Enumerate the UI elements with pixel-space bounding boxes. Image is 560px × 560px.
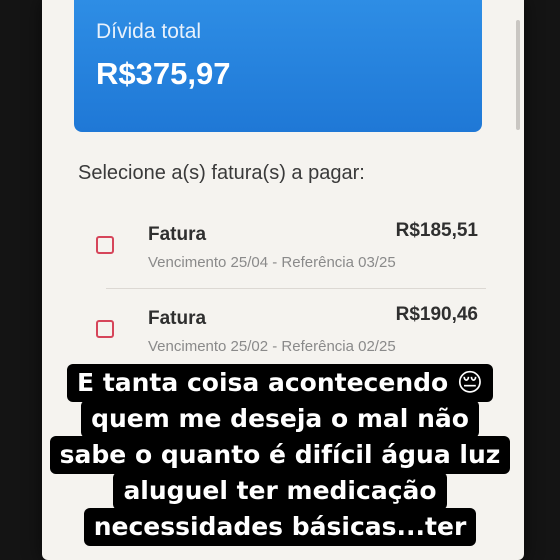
total-debt-amount: R$375,97 [96,56,231,91]
select-invoices-heading: Selecione a(s) fatura(s) a pagar: [78,162,365,184]
invoice-title: Fatura [148,308,207,329]
invoice-divider [106,288,486,289]
invoice-details: Vencimento 25/02 - Referência 02/25 [148,338,396,355]
caption-line: necessidades básicas...ter [83,508,477,546]
invoice-amount: R$190,46 [395,304,478,325]
story-caption: E tanta coisa acontecendo 😔 quem me dese… [0,364,560,546]
invoice-title: Fatura [148,224,207,245]
invoice-row[interactable]: Fatura R$185,51 Vencimento 25/04 - Refer… [82,214,486,278]
invoice-row[interactable]: Fatura R$190,46 Vencimento 25/02 - Refer… [82,298,486,362]
invoice-checkbox[interactable] [96,236,114,254]
total-debt-label: Dívida total [96,20,202,43]
invoice-amount: R$185,51 [395,220,478,241]
invoice-details: Vencimento 25/04 - Referência 03/25 [148,254,396,271]
total-debt-card: Dívida total R$375,97 [74,0,482,132]
caption-line: aluguel ter medicação [113,472,447,510]
invoice-checkbox[interactable] [96,320,114,338]
caption-line: E tanta coisa acontecendo 😔 [67,364,493,402]
scrollbar[interactable] [516,20,520,130]
caption-line: sabe o quanto é difícil água luz [49,436,511,474]
caption-line: quem me deseja o mal não [81,400,479,438]
